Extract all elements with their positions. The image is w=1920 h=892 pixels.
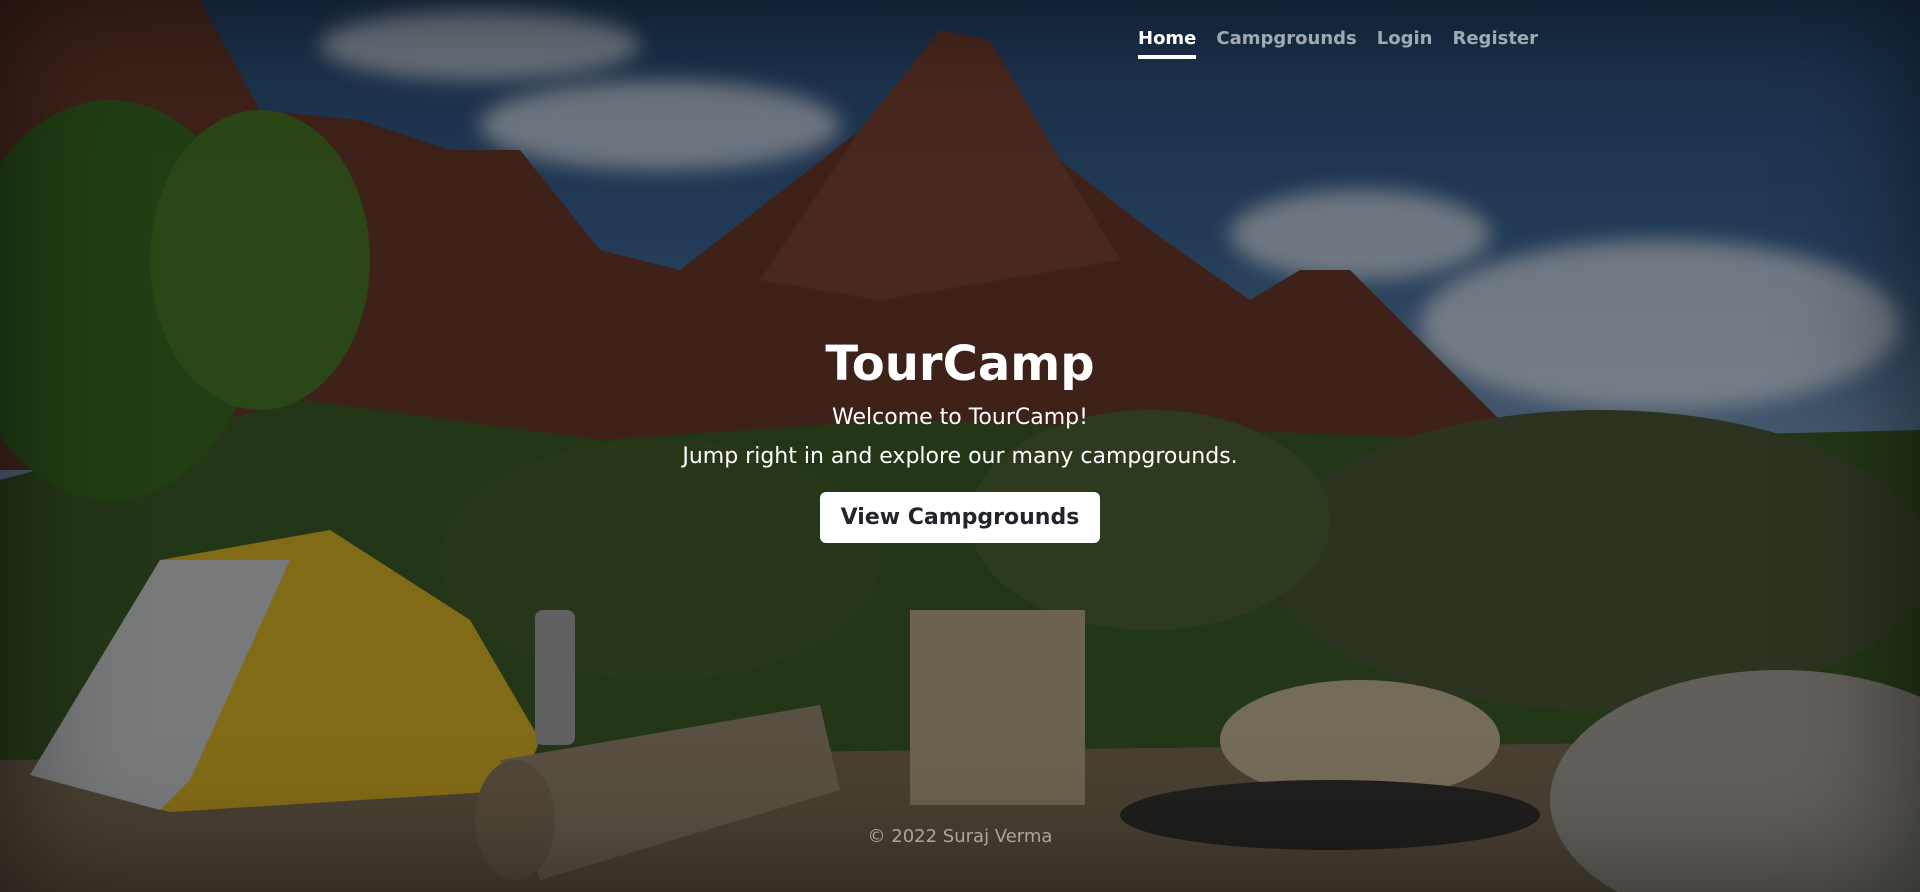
view-campgrounds-button[interactable]: View Campgrounds <box>819 492 1101 543</box>
site-title: TourCamp <box>825 336 1095 392</box>
nav-home-link[interactable]: Home <box>1138 28 1197 59</box>
hero-section: TourCamp Welcome to TourCamp! Jump right… <box>0 330 1920 543</box>
copyright-text: © 2022 Suraj Verma <box>867 826 1053 847</box>
nav-register-link[interactable]: Register <box>1452 28 1538 55</box>
welcome-text: Welcome to TourCamp! <box>832 405 1088 430</box>
main-nav: Home Campgrounds Login Register <box>1138 28 1538 59</box>
nav-campgrounds-link[interactable]: Campgrounds <box>1216 28 1356 55</box>
tagline-text: Jump right in and explore our many campg… <box>682 444 1238 469</box>
footer: © 2022 Suraj Verma <box>0 826 1920 847</box>
nav-login-link[interactable]: Login <box>1377 28 1433 55</box>
